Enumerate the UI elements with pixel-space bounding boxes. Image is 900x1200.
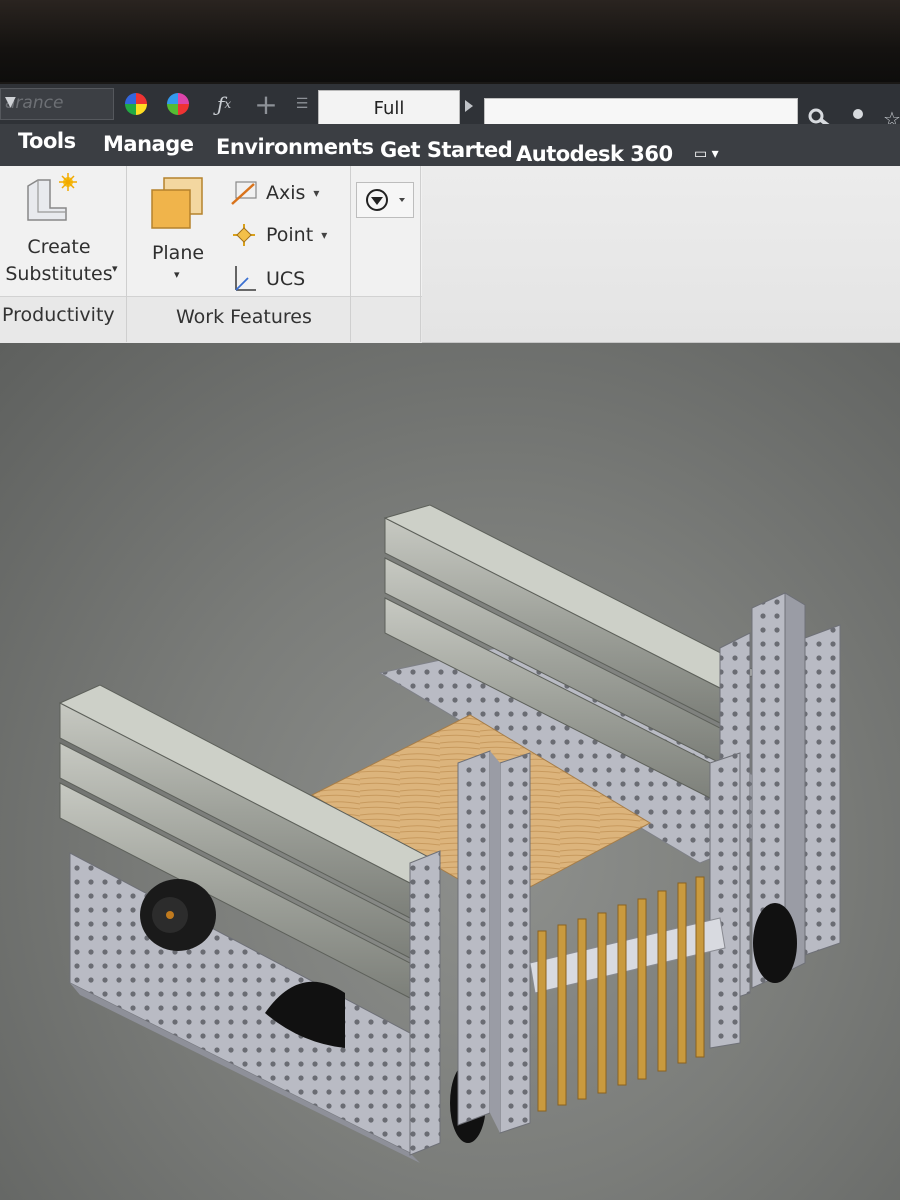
plane-icon[interactable] [150, 176, 206, 232]
right-wheel [753, 903, 797, 983]
ribbon-options-icon[interactable]: ▭ ▾ [694, 146, 719, 162]
create-substitutes-button[interactable]: Create Substitutes [4, 234, 114, 288]
axis-icon [231, 181, 257, 205]
chevron-down-icon[interactable]: ▼ [5, 94, 109, 110]
panel-divider [350, 166, 351, 342]
point-label: Point [266, 224, 314, 246]
panel-divider [420, 166, 421, 342]
point-icon [233, 224, 255, 246]
axis-label: Axis [266, 182, 306, 204]
plane-button[interactable]: Plane [150, 240, 206, 267]
chevron-down-icon[interactable]: ▾ [321, 228, 327, 242]
panel-label-work-features: Work Features [176, 306, 312, 328]
create-substitutes-icon[interactable] [22, 172, 82, 224]
monitor-bezel [0, 0, 900, 82]
tab-get-started[interactable]: Get Started [380, 138, 513, 162]
intake-rods [537, 876, 705, 1112]
panel-divider [126, 166, 127, 342]
clear-color-icon[interactable] [164, 91, 192, 117]
ribbon-empty-area [422, 166, 900, 342]
color-override-icon[interactable] [122, 91, 150, 117]
quick-access-toolbar: arance ▼ ƒx + ☰ Full ☆ [0, 84, 900, 131]
chevron-down-icon[interactable]: ▾ [313, 186, 319, 200]
tab-tools[interactable]: Tools [18, 129, 76, 153]
axis-button[interactable]: Axis ▾ [230, 180, 319, 206]
robot-chassis-model[interactable] [0, 343, 900, 1200]
tab-environments[interactable]: Environments [216, 135, 374, 159]
ucs-button[interactable]: UCS [230, 264, 305, 294]
tab-manage[interactable]: Manage [103, 132, 194, 156]
view-mode-value: Full [373, 97, 405, 119]
expand-arrow-icon[interactable] [465, 100, 473, 112]
tab-autodesk-360[interactable]: Autodesk 360 [516, 142, 673, 166]
customize-icon[interactable]: ☰ [288, 91, 316, 117]
ucs-label: UCS [266, 268, 306, 290]
panel-label-productivity: Productivity [2, 304, 115, 326]
ribbon-panel: Create Substitutes ▾ Productivity Plane … [0, 166, 900, 343]
appearance-combo[interactable]: arance ▼ [0, 88, 114, 120]
create-substitutes-label-2: Substitutes [5, 263, 113, 285]
chevron-down-icon[interactable]: ▾ [112, 262, 118, 275]
panel-dropdown-icon [366, 189, 405, 211]
view-mode-select[interactable]: Full [318, 90, 460, 126]
drive-motor [140, 879, 216, 951]
move-icon[interactable]: + [252, 88, 280, 121]
ucs-icon [235, 266, 256, 291]
graphics-viewport[interactable] [0, 343, 900, 1200]
search-input[interactable] [484, 98, 798, 126]
fx-parameters-icon[interactable]: ƒx [210, 91, 238, 117]
point-button[interactable]: Point ▾ [230, 222, 327, 248]
create-substitutes-label-1: Create [27, 236, 91, 258]
ribbon-tab-bar: Tools Manage Environments Get Started Au… [0, 124, 900, 168]
panel-dropdown-button[interactable] [356, 182, 414, 218]
chevron-down-icon[interactable]: ▾ [174, 268, 180, 281]
